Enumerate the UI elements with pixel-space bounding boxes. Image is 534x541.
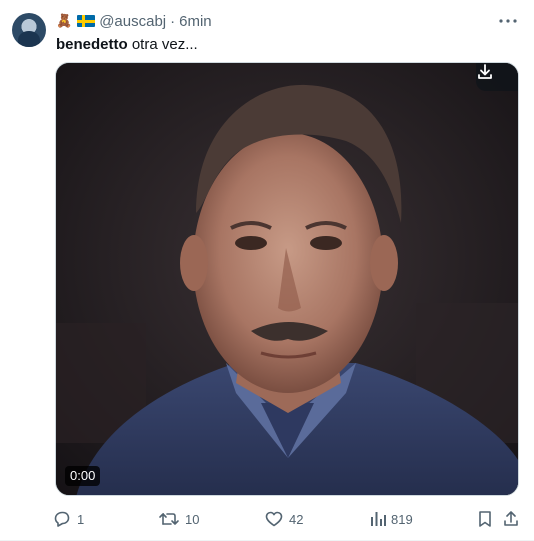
user-handle[interactable]: @auscabj xyxy=(99,13,166,30)
views-icon xyxy=(371,512,386,526)
reply-button[interactable]: 1 xyxy=(52,508,84,530)
more-icon xyxy=(499,19,517,23)
repost-icon xyxy=(159,513,179,525)
like-count: 42 xyxy=(289,511,304,527)
tweet-text-bold: benedetto xyxy=(56,36,128,53)
tweet-text: benedetto otra vez... xyxy=(56,35,198,55)
bookmark-button[interactable] xyxy=(476,508,494,530)
views-button[interactable]: 819 xyxy=(370,508,413,530)
tweet-text-rest: otra vez... xyxy=(127,36,198,53)
like-button[interactable]: 42 xyxy=(264,508,303,530)
video-frame xyxy=(56,63,518,495)
tweet-timestamp[interactable]: 6min xyxy=(179,13,212,30)
share-icon xyxy=(504,511,518,526)
download-button[interactable] xyxy=(476,63,518,91)
tweet-card[interactable]: 🧸 @auscabj · 6min benedetto otra vez... xyxy=(0,0,534,541)
repost-count: 10 xyxy=(185,511,200,527)
bookmark-icon xyxy=(479,511,491,527)
header-separator: · xyxy=(170,12,176,30)
sweden-flag-icon xyxy=(77,15,96,27)
download-icon xyxy=(478,64,492,79)
heart-icon xyxy=(265,511,283,527)
more-options-button[interactable] xyxy=(496,10,520,32)
share-button[interactable] xyxy=(502,508,520,530)
teddy-bear-emoji: 🧸 xyxy=(56,13,73,28)
views-count: 819 xyxy=(391,511,413,527)
video-duration: 0:00 xyxy=(65,466,101,486)
action-bar: 1 10 42 819 xyxy=(52,508,522,530)
reply-icon xyxy=(54,511,70,527)
reply-count: 1 xyxy=(77,511,85,527)
repost-button[interactable]: 10 xyxy=(158,508,199,530)
avatar[interactable] xyxy=(12,13,46,47)
tweet-header: 🧸 @auscabj · 6min xyxy=(56,12,212,30)
video-player[interactable]: 0:00 xyxy=(55,62,519,496)
